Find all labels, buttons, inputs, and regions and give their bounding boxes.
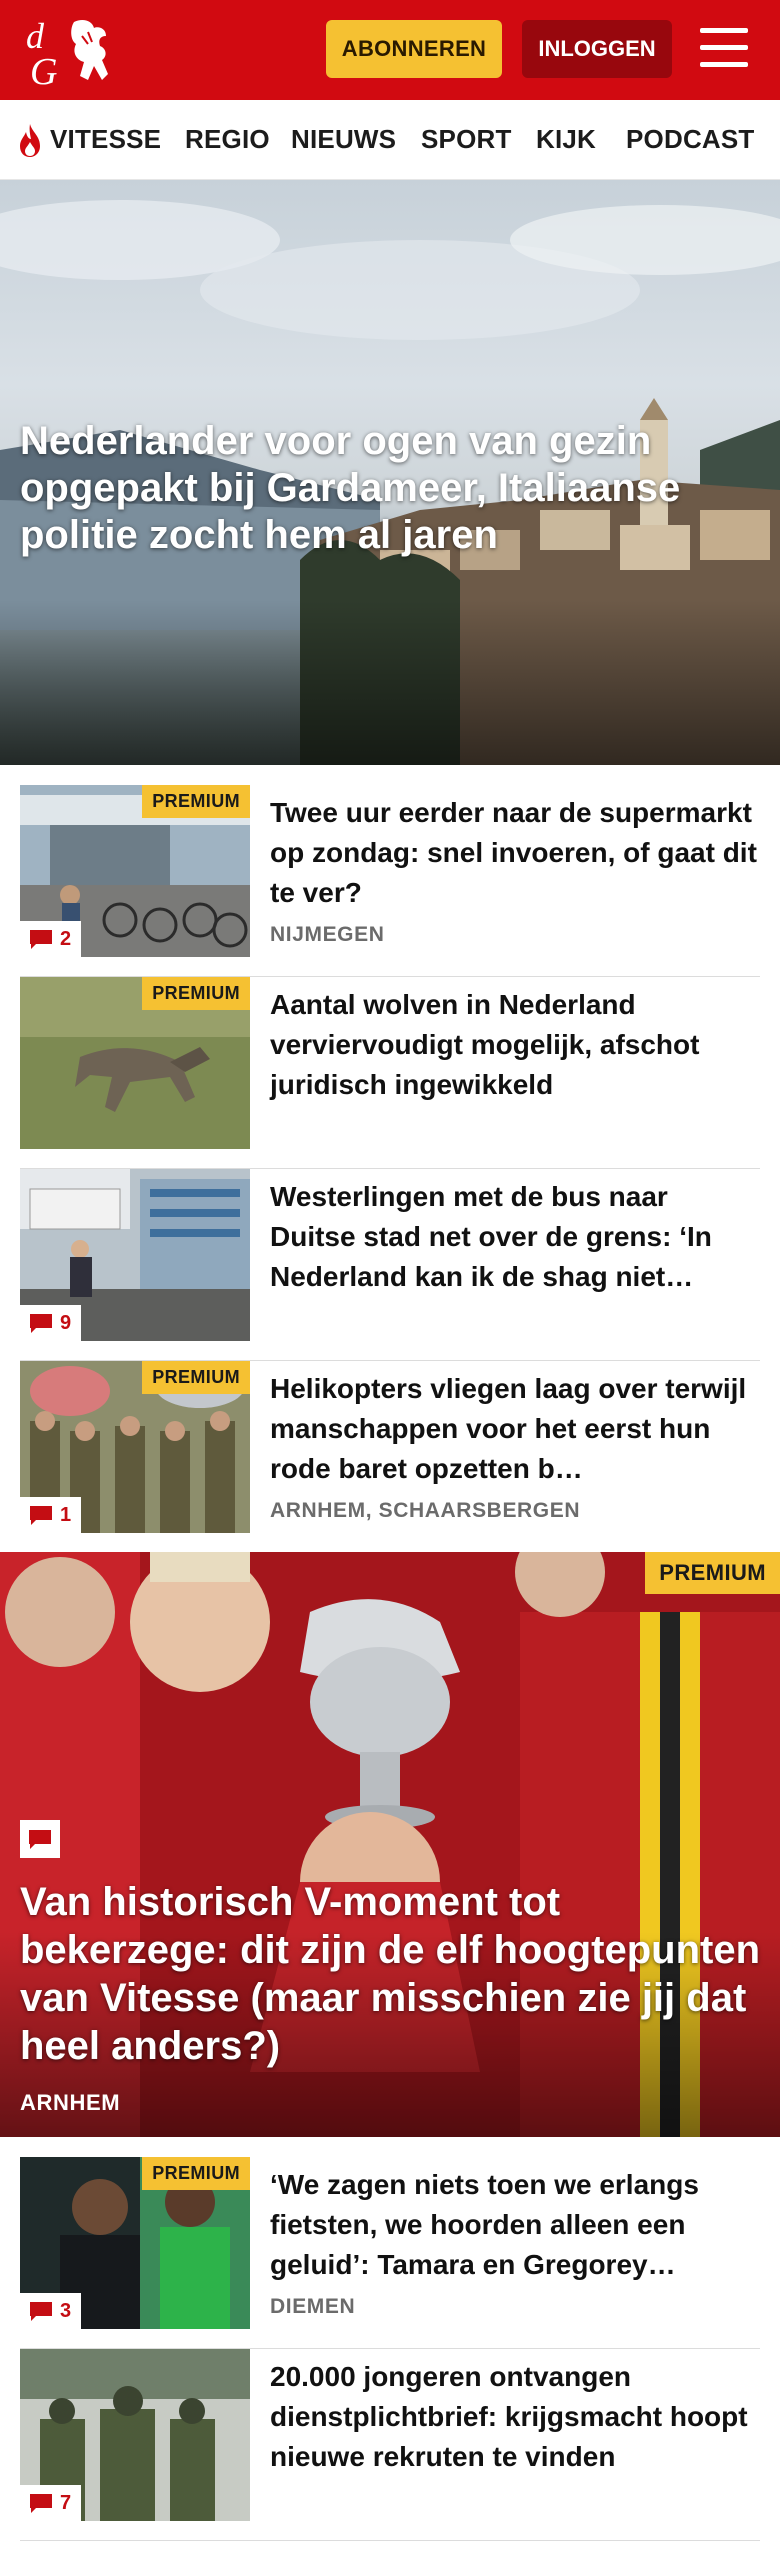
article-thumbnail: 7: [20, 2349, 250, 2521]
comment-icon: [30, 2302, 52, 2321]
premium-badge: PREMIUM: [142, 977, 250, 1010]
comment-count[interactable]: 2: [20, 921, 82, 957]
list-item[interactable]: PREMIUM 2 Twee uur eerder naar de superm…: [20, 785, 760, 977]
article-thumbnail: PREMIUM 1: [20, 1361, 250, 1533]
comment-count[interactable]: 1: [20, 1497, 82, 1533]
article-thumbnail: PREMIUM: [20, 977, 250, 1149]
comment-count-value: 1: [60, 1503, 72, 1526]
article-thumbnail: PREMIUM 2: [20, 785, 250, 957]
comment-count[interactable]: 3: [20, 2293, 82, 2329]
list-item[interactable]: PREMIUM 3 ‘We zagen niets toen we erlang…: [20, 2157, 760, 2349]
article-thumbnail: 9: [20, 1169, 250, 1341]
svg-text:G: G: [30, 51, 57, 88]
premium-badge: PREMIUM: [142, 1361, 250, 1394]
article-title[interactable]: ‘We zagen niets toen we erlangs fietsten…: [270, 2165, 760, 2285]
subscribe-button[interactable]: ABONNEREN: [326, 20, 502, 78]
nav-item-sport[interactable]: SPORT: [421, 124, 512, 155]
list-item[interactable]: PREMIUM 1 Helikopters vliegen laag over …: [20, 1361, 760, 1553]
nav-item-nieuws[interactable]: NIEUWS: [291, 124, 396, 155]
article-title[interactable]: Aantal wolven in Nederland verviervoudig…: [270, 985, 760, 1105]
flame-icon: [20, 124, 40, 157]
hero-headline[interactable]: Nederlander voor ogen van gezin opgepakt…: [20, 418, 760, 559]
svg-text:d: d: [26, 16, 45, 56]
article-title[interactable]: Westerlingen met de bus naar Duitse stad…: [270, 1177, 760, 1297]
menu-icon[interactable]: [696, 24, 756, 74]
comment-icon: [30, 1314, 52, 1333]
list-item[interactable]: 7 20.000 jongeren ontvangen dienstplicht…: [20, 2349, 760, 2541]
list-item[interactable]: PREMIUM Aantal wolven in Nederland vervi…: [20, 977, 760, 1169]
dg-logo[interactable]: d G: [22, 14, 118, 88]
list-item[interactable]: 9 Westerlingen met de bus naar Duitse st…: [20, 1169, 760, 1361]
main-nav: VITESSE REGIO NIEUWS SPORT KIJK PODCAST: [0, 100, 780, 180]
article-title[interactable]: Helikopters vliegen laag over terwijl ma…: [270, 1369, 760, 1489]
nav-item-vitesse[interactable]: VITESSE: [50, 124, 161, 155]
premium-badge: PREMIUM: [142, 2157, 250, 2190]
article-title[interactable]: Twee uur eerder naar de supermarkt op zo…: [270, 793, 760, 913]
comment-icon[interactable]: [20, 1820, 60, 1858]
comment-count-value: 3: [60, 2299, 72, 2322]
nav-item-regio[interactable]: REGIO: [185, 124, 270, 155]
article-location: DIEMEN: [270, 2295, 356, 2318]
comment-count-value: 2: [60, 927, 72, 950]
feature-headline[interactable]: Van historisch V-moment tot bekerzege: d…: [20, 1878, 770, 2070]
comment-count[interactable]: 7: [20, 2485, 82, 2521]
comment-icon: [30, 930, 52, 949]
nav-item-kijk[interactable]: KIJK: [536, 124, 596, 155]
comment-icon: [30, 1506, 52, 1525]
article-location: ARNHEM, SCHAARSBERGEN: [270, 1499, 581, 1522]
login-button[interactable]: INLOGGEN: [522, 20, 672, 78]
comment-icon: [30, 2494, 52, 2513]
comment-count-value: 7: [60, 2491, 72, 2514]
feature-location: ARNHEM: [20, 2090, 121, 2115]
article-title[interactable]: 20.000 jongeren ontvangen dienstplichtbr…: [270, 2357, 760, 2477]
nav-item-podcast[interactable]: PODCAST: [626, 124, 755, 155]
comment-count-value: 9: [60, 1311, 72, 1334]
article-thumbnail: PREMIUM 3: [20, 2157, 250, 2329]
top-bar: d G ABONNEREN INLOGGEN: [0, 0, 780, 100]
premium-badge: PREMIUM: [645, 1552, 780, 1594]
comment-count[interactable]: 9: [20, 1305, 82, 1341]
premium-badge: PREMIUM: [142, 785, 250, 818]
article-location: NIJMEGEN: [270, 923, 385, 946]
